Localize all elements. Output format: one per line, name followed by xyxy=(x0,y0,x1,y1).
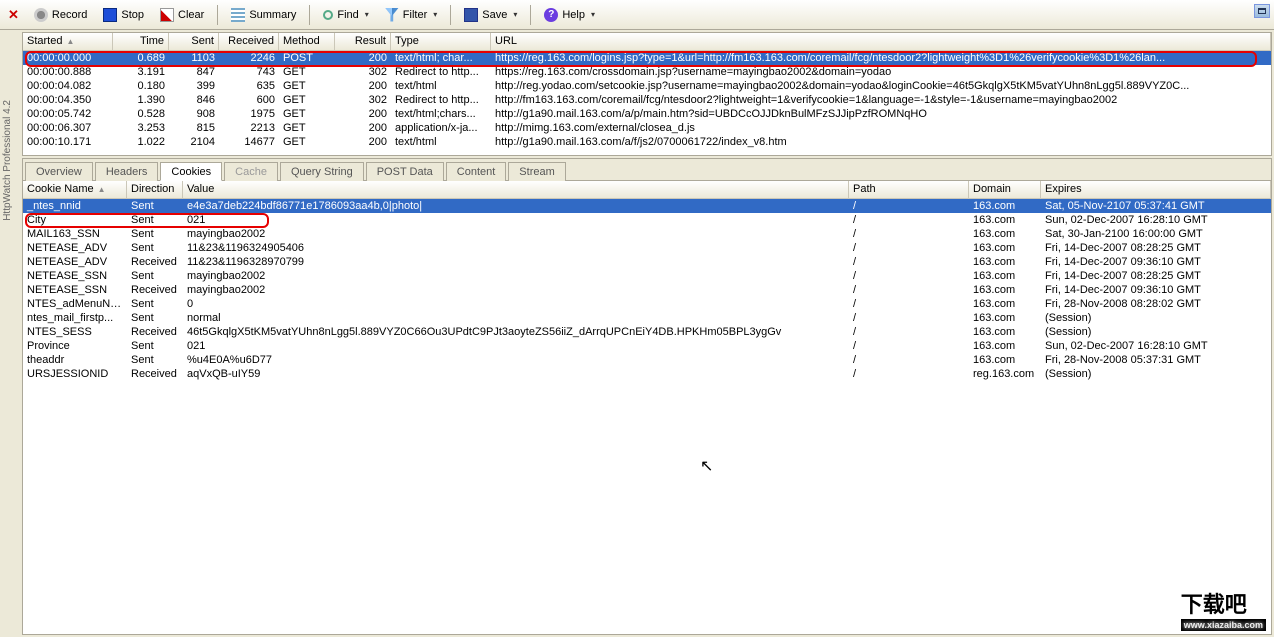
requests-body[interactable]: 00:00:00.0000.68911032246POST200text/htm… xyxy=(23,51,1271,155)
col-sent[interactable]: Sent xyxy=(169,33,219,50)
tab-post-data[interactable]: POST Data xyxy=(366,162,444,181)
cookie-row[interactable]: NETEASE_ADVReceived11&23&1196328970799/1… xyxy=(23,255,1271,269)
cookies-header: Cookie Name▲ Direction Value Path Domain… xyxy=(23,181,1271,199)
cookie-row[interactable]: NTES_SESSReceived46t5GkqlgX5tKM5vatYUhn8… xyxy=(23,325,1271,339)
tab-cookies[interactable]: Cookies xyxy=(160,162,222,181)
cookie-row[interactable]: theaddrSent%u4E0A%u6D77/163.comFri, 28-N… xyxy=(23,353,1271,367)
col-expires[interactable]: Expires xyxy=(1041,181,1271,198)
cookie-row[interactable]: NETEASE_SSNReceivedmayingbao2002/163.com… xyxy=(23,283,1271,297)
filter-button[interactable]: Filter ▾ xyxy=(378,4,444,26)
col-received[interactable]: Received xyxy=(219,33,279,50)
cookie-row[interactable]: ProvinceSent021/163.comSun, 02-Dec-2007 … xyxy=(23,339,1271,353)
col-path[interactable]: Path xyxy=(849,181,969,198)
request-row[interactable]: 00:00:00.8883.191847743GET302Redirect to… xyxy=(23,65,1271,79)
tab-cache[interactable]: Cache xyxy=(224,162,278,181)
chevron-down-icon: ▾ xyxy=(433,10,437,19)
clear-label: Clear xyxy=(178,9,204,21)
magnifier-icon xyxy=(323,10,333,20)
stop-icon xyxy=(103,8,117,22)
cookie-row[interactable]: NETEASE_ADVSent11&23&1196324905406/163.c… xyxy=(23,241,1271,255)
stop-label: Stop xyxy=(121,9,144,21)
col-method[interactable]: Method xyxy=(279,33,335,50)
request-row[interactable]: 00:00:04.0820.180399635GET200text/htmlht… xyxy=(23,79,1271,93)
separator xyxy=(530,5,531,25)
cookie-row[interactable]: NTES_adMenuNumSent0/163.comFri, 28-Nov-2… xyxy=(23,297,1271,311)
col-cookie-name[interactable]: Cookie Name▲ xyxy=(23,181,127,198)
find-label: Find xyxy=(337,9,358,21)
request-row[interactable]: 00:00:10.1711.022210414677GET200text/htm… xyxy=(23,135,1271,149)
separator xyxy=(450,5,451,25)
cookies-body[interactable]: _ntes_nnidSente4e3a7deb224bdf86771e17860… xyxy=(23,199,1271,634)
cookie-row[interactable]: MAIL163_SSNSentmayingbao2002/163.comSat,… xyxy=(23,227,1271,241)
details-pane: OverviewHeadersCookiesCacheQuery StringP… xyxy=(22,158,1272,635)
request-row[interactable]: 00:00:06.3073.2538152213GET200applicatio… xyxy=(23,121,1271,135)
cookie-row[interactable]: CitySent021/163.comSun, 02-Dec-2007 16:2… xyxy=(23,213,1271,227)
col-domain[interactable]: Domain xyxy=(969,181,1041,198)
cookie-row[interactable]: ntes_mail_firstp...Sentnormal/163.com(Se… xyxy=(23,311,1271,325)
sort-asc-icon: ▲ xyxy=(66,37,74,46)
cookie-row[interactable]: _ntes_nnidSente4e3a7deb224bdf86771e17860… xyxy=(23,199,1271,213)
col-url[interactable]: URL xyxy=(491,33,1271,50)
chevron-down-icon: ▾ xyxy=(513,10,517,19)
request-row[interactable]: 00:00:05.7420.5289081975GET200text/html;… xyxy=(23,107,1271,121)
separator xyxy=(217,5,218,25)
funnel-icon xyxy=(385,8,399,22)
cookie-row[interactable]: URSJESSIONIDReceivedaqVxQB-uIY59/reg.163… xyxy=(23,367,1271,381)
record-label: Record xyxy=(52,9,87,21)
requests-pane: Started▲ Time Sent Received Method Resul… xyxy=(22,32,1272,156)
tab-query-string[interactable]: Query String xyxy=(280,162,364,181)
help-icon: ? xyxy=(544,8,558,22)
tab-headers[interactable]: Headers xyxy=(95,162,159,181)
help-label: Help xyxy=(562,9,585,21)
clear-icon xyxy=(160,8,174,22)
record-button[interactable]: Record xyxy=(27,4,94,26)
app-title-vertical: HttpWatch Professional 4.2 xyxy=(2,100,16,221)
summary-button[interactable]: Summary xyxy=(224,4,303,26)
requests-header: Started▲ Time Sent Received Method Resul… xyxy=(23,33,1271,51)
summary-label: Summary xyxy=(249,9,296,21)
col-time[interactable]: Time xyxy=(113,33,169,50)
tab-content[interactable]: Content xyxy=(446,162,507,181)
restore-window-icon[interactable] xyxy=(1254,4,1270,18)
chevron-down-icon: ▾ xyxy=(365,10,369,19)
detail-tabs: OverviewHeadersCookiesCacheQuery StringP… xyxy=(23,159,1271,181)
col-result[interactable]: Result xyxy=(335,33,391,50)
chevron-down-icon: ▾ xyxy=(591,10,595,19)
stop-button[interactable]: Stop xyxy=(96,4,151,26)
save-button[interactable]: Save ▾ xyxy=(457,4,524,26)
save-label: Save xyxy=(482,9,507,21)
request-row[interactable]: 00:00:04.3501.390846600GET302Redirect to… xyxy=(23,93,1271,107)
close-icon[interactable]: ✕ xyxy=(8,7,19,23)
filter-label: Filter xyxy=(403,9,427,21)
col-direction[interactable]: Direction xyxy=(127,181,183,198)
clear-button[interactable]: Clear xyxy=(153,4,211,26)
record-icon xyxy=(34,8,48,22)
separator xyxy=(309,5,310,25)
col-value[interactable]: Value xyxy=(183,181,849,198)
summary-icon xyxy=(231,8,245,22)
help-button[interactable]: ? Help ▾ xyxy=(537,4,602,26)
sort-asc-icon: ▲ xyxy=(98,185,106,194)
toolbar: ✕ Record Stop Clear Summary Find ▾ Filter… xyxy=(0,0,1274,30)
tab-stream[interactable]: Stream xyxy=(508,162,565,181)
request-row[interactable]: 00:00:00.0000.68911032246POST200text/htm… xyxy=(23,51,1271,65)
col-started[interactable]: Started▲ xyxy=(23,33,113,50)
floppy-icon xyxy=(464,8,478,22)
watermark: 下载吧www.xiazaiba.com xyxy=(1181,587,1266,631)
col-type[interactable]: Type xyxy=(391,33,491,50)
tab-overview[interactable]: Overview xyxy=(25,162,93,181)
find-button[interactable]: Find ▾ xyxy=(316,5,375,25)
cookie-row[interactable]: NETEASE_SSNSentmayingbao2002/163.comFri,… xyxy=(23,269,1271,283)
